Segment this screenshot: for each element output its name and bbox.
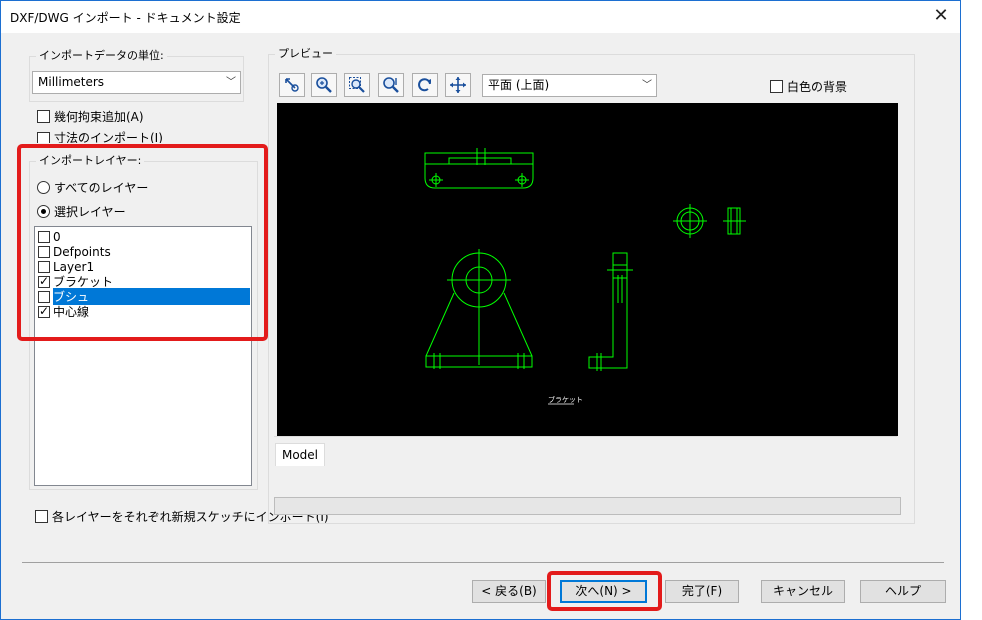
layer-name: Layer1 xyxy=(53,259,95,274)
preview-legend: プレビュー xyxy=(275,47,336,61)
pan-button[interactable] xyxy=(445,73,471,97)
layer-checkbox[interactable] xyxy=(38,230,50,243)
list-item[interactable]: ブラケット xyxy=(38,274,117,289)
zoom-window-icon xyxy=(349,77,365,93)
list-item[interactable]: Layer1 xyxy=(38,259,98,274)
layer-name: 0 xyxy=(53,229,61,244)
import-dimensions-box[interactable] xyxy=(37,132,50,143)
layer-checkbox[interactable] xyxy=(38,274,50,288)
white-background-label: 白色の背景 xyxy=(787,79,848,94)
radio-all-layers[interactable]: すべてのレイヤー xyxy=(37,179,148,195)
zoom-select-icon xyxy=(383,77,399,93)
zoom-fit-icon xyxy=(285,78,299,92)
close-icon: ✕ xyxy=(933,5,949,26)
view-select[interactable]: 平面 (上面) ﹀ xyxy=(482,74,657,97)
list-item[interactable]: ブシュ xyxy=(38,288,250,305)
redraw-button[interactable] xyxy=(412,73,438,97)
layer-checkbox[interactable] xyxy=(38,245,50,258)
progress-bar xyxy=(274,497,901,515)
zoom-select-button[interactable] xyxy=(378,73,404,97)
help-button[interactable]: ヘルプ xyxy=(860,580,946,603)
import-dimensions-checkbox[interactable]: 寸法のインポート(I) xyxy=(37,131,163,143)
finish-button[interactable]: 完了(F) xyxy=(665,580,739,603)
tab-model[interactable]: Model xyxy=(275,443,325,466)
view-select-value: 平面 (上面) xyxy=(488,78,550,92)
dialog-title: DXF/DWG インポート - ドキュメント設定 xyxy=(10,11,241,25)
tab-strip xyxy=(274,436,897,466)
white-background-checkbox[interactable]: 白色の背景 xyxy=(770,78,847,94)
chevron-down-icon: ﹀ xyxy=(642,80,652,91)
list-item[interactable]: 0 xyxy=(38,229,65,244)
radio-selected-layers-label: 選択レイヤー xyxy=(54,204,126,219)
separator xyxy=(22,562,944,563)
add-constraints-box[interactable] xyxy=(37,109,50,123)
radio-selected-layers[interactable]: 選択レイヤー xyxy=(37,203,126,219)
redraw-icon xyxy=(418,78,431,92)
layer-checkbox[interactable] xyxy=(38,260,50,273)
layer-checkbox[interactable] xyxy=(38,304,50,318)
close-button[interactable]: ✕ xyxy=(928,5,954,29)
drawing-preview: ブラケット xyxy=(424,148,746,405)
zoom-in-out-button[interactable] xyxy=(311,73,337,97)
list-item[interactable]: Defpoints xyxy=(38,244,115,259)
list-item[interactable]: 中心線 xyxy=(38,304,93,319)
back-button[interactable]: < 戻る(B) xyxy=(472,580,546,603)
next-button[interactable]: 次へ(N) > xyxy=(560,580,647,603)
layers-legend: インポートレイヤー: xyxy=(36,154,145,168)
add-constraints-label: 幾何拘束追加(A) xyxy=(54,109,144,124)
units-select[interactable]: Millimeters ﹀ xyxy=(32,71,241,94)
layer-name: Defpoints xyxy=(53,244,111,259)
title-bar: DXF/DWG インポート - ドキュメント設定 ✕ xyxy=(1,1,960,33)
import-dimensions-label: 寸法のインポート(I) xyxy=(54,131,163,143)
radio-all-layers-label: すべてのレイヤー xyxy=(54,180,149,195)
add-constraints-checkbox[interactable]: 幾何拘束追加(A) xyxy=(37,108,144,124)
radio-selected-layers-button[interactable] xyxy=(37,204,50,218)
units-legend: インポートデータの単位: xyxy=(36,49,167,63)
units-value: Millimeters xyxy=(38,75,105,89)
zoom-window-button[interactable] xyxy=(344,73,370,97)
chevron-down-icon: ﹀ xyxy=(226,77,236,88)
layer-name: 中心線 xyxy=(53,305,90,319)
each-layer-sketch-box[interactable] xyxy=(35,509,48,523)
preview-canvas[interactable]: ブラケット xyxy=(277,103,898,436)
zoom-fit-button[interactable] xyxy=(279,73,305,97)
zoom-in-out-icon xyxy=(316,77,332,93)
layer-checkbox[interactable] xyxy=(38,290,50,303)
cancel-button[interactable]: キャンセル xyxy=(761,580,845,603)
drawing-label: ブラケット xyxy=(548,395,583,404)
radio-all-layers-button[interactable] xyxy=(37,180,50,194)
pan-icon xyxy=(450,77,466,93)
white-background-box[interactable] xyxy=(770,79,783,93)
layer-list[interactable]: 0 Defpoints Layer1 ブラケット ブシュ 中心線 xyxy=(34,226,252,486)
